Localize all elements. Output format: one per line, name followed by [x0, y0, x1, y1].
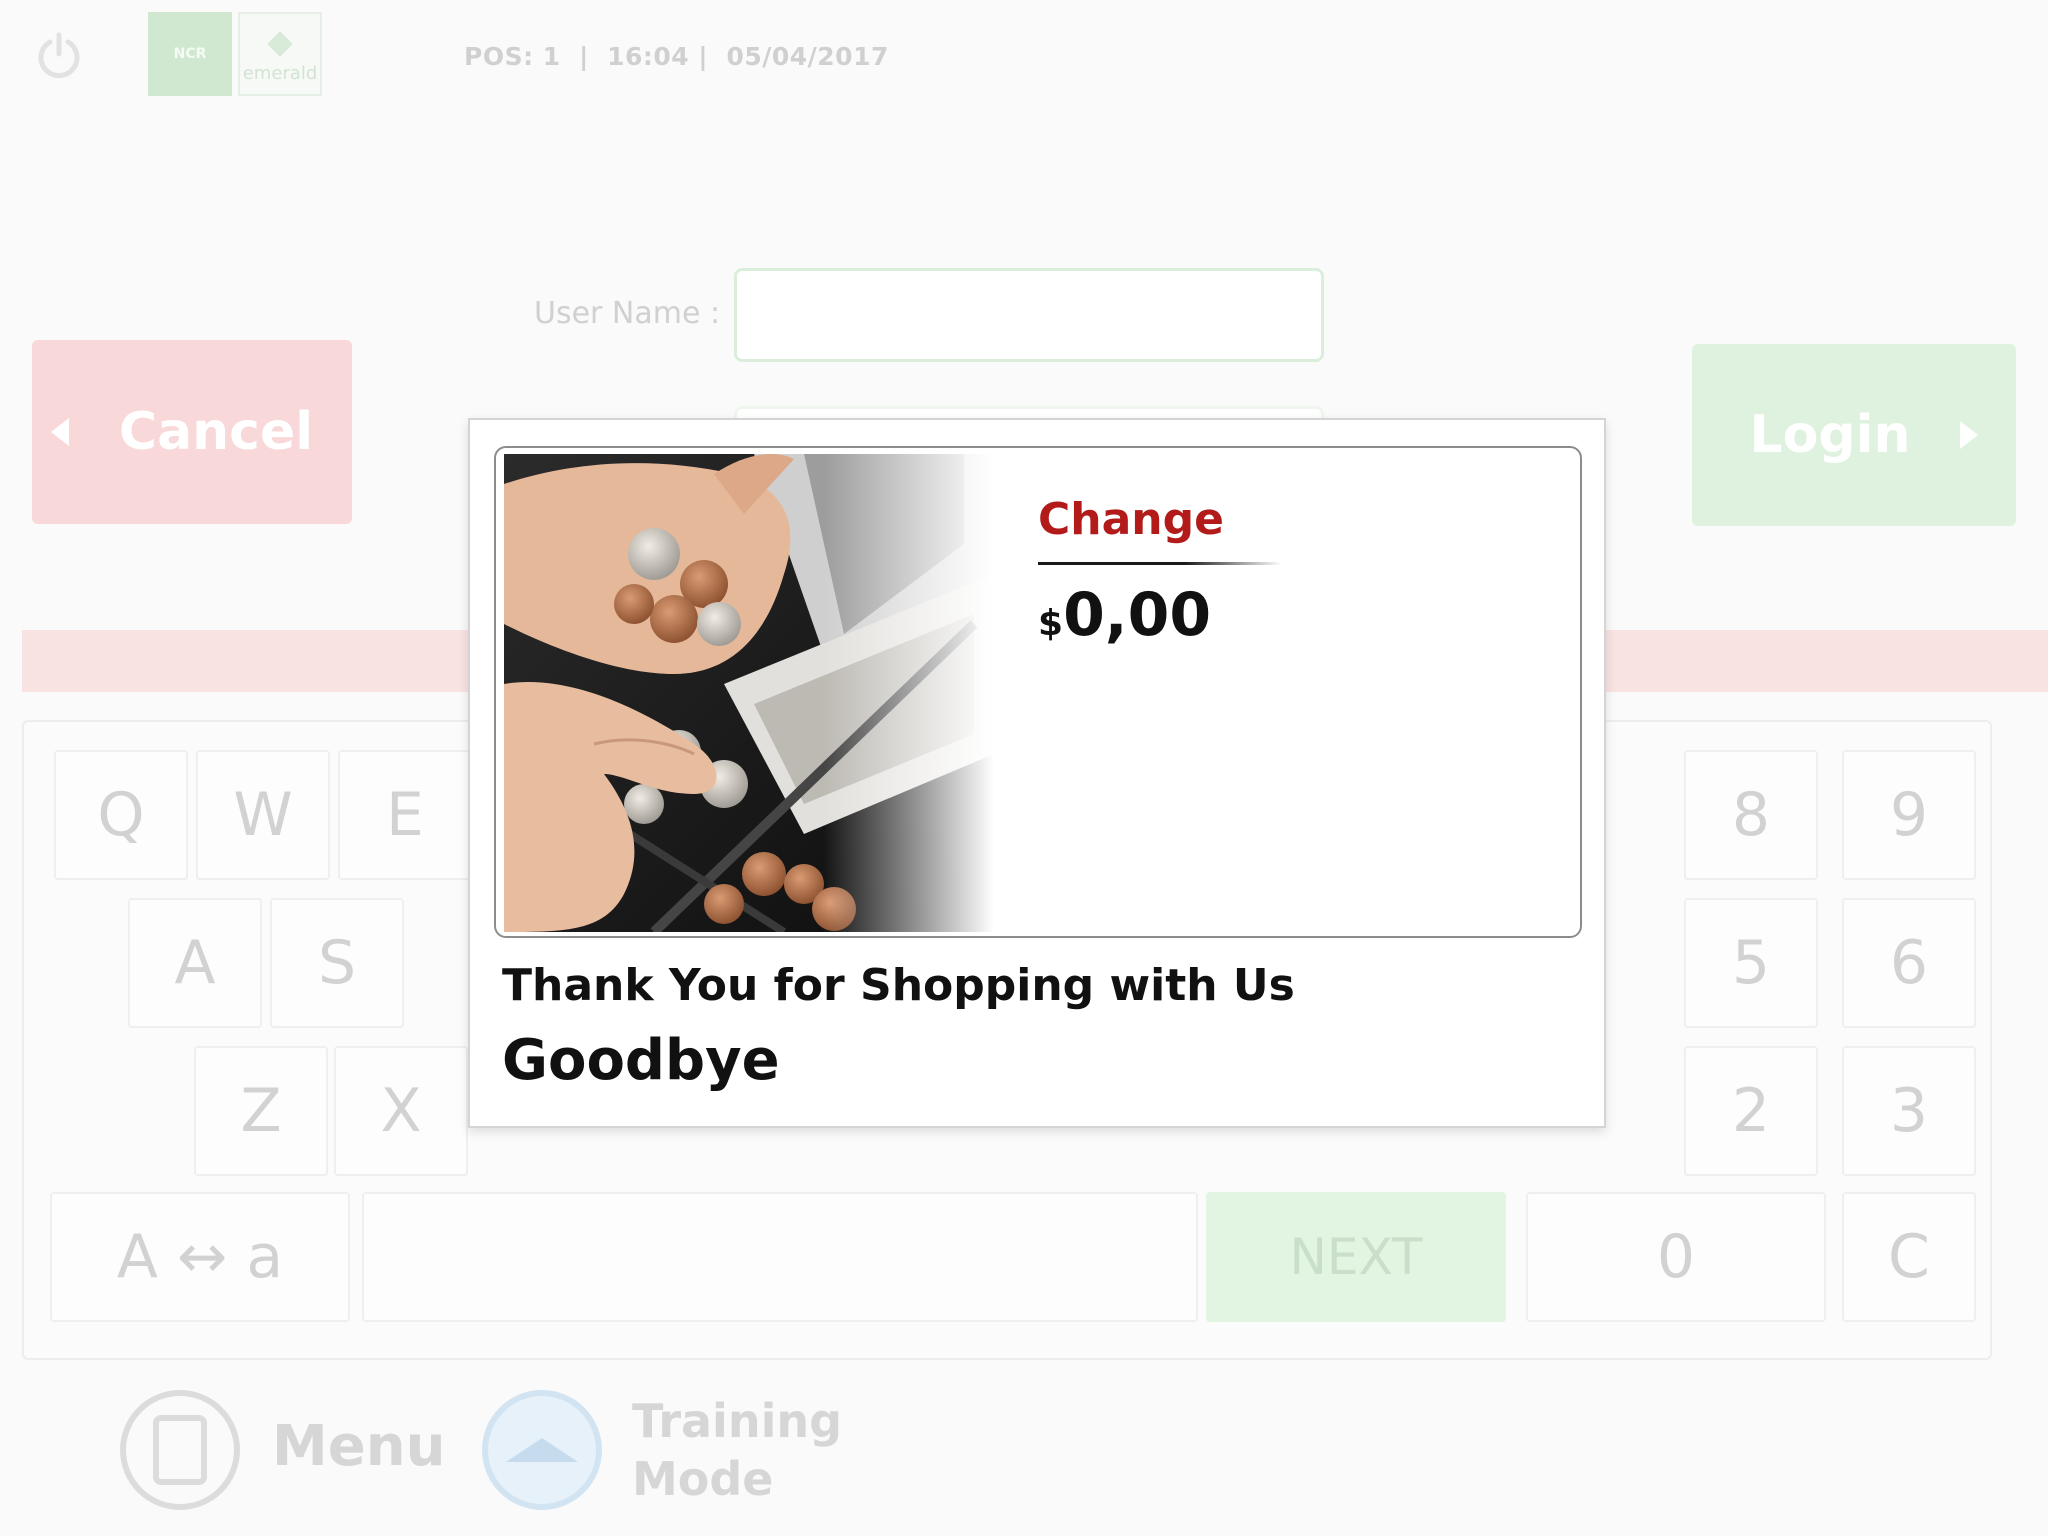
clear-key[interactable]: C	[1842, 1192, 1976, 1322]
arrow-right-icon	[1960, 421, 1979, 449]
photo-fade	[824, 454, 994, 932]
menu-icon[interactable]	[120, 1390, 240, 1510]
login-button-label: Login	[1749, 405, 1911, 465]
currency-symbol: $	[1038, 603, 1064, 644]
key-2[interactable]: 2	[1684, 1046, 1818, 1176]
case-toggle-key[interactable]: A ↔ a	[50, 1192, 350, 1322]
emerald-logo: emerald	[238, 12, 322, 96]
username-input[interactable]	[734, 268, 1324, 362]
key-z[interactable]: Z	[194, 1046, 328, 1176]
change-amount: $0,00	[1038, 580, 1211, 650]
emerald-logo-text: emerald	[242, 63, 318, 84]
goodbye-dialog: Change $0,00 Thank You for Shopping with…	[468, 418, 1606, 1128]
notebook-icon	[153, 1415, 207, 1485]
change-divider	[1038, 562, 1282, 565]
graduation-cap-icon[interactable]	[482, 1390, 602, 1510]
emerald-leaf-icon	[267, 31, 293, 57]
change-label: Change	[1038, 494, 1224, 545]
space-key[interactable]	[362, 1192, 1198, 1322]
next-key[interactable]: NEXT	[1206, 1192, 1506, 1322]
change-amount-value: 0,00	[1063, 580, 1212, 650]
key-e[interactable]: E	[338, 750, 472, 880]
cash-drawer-photo	[504, 454, 994, 932]
cancel-button-label: Cancel	[118, 402, 314, 462]
key-6[interactable]: 6	[1842, 898, 1976, 1028]
username-label: User Name :	[534, 296, 721, 331]
goodbye-message: Goodbye	[502, 1028, 780, 1093]
ncr-logo: NCR	[148, 12, 232, 96]
cancel-button[interactable]: Cancel	[32, 340, 352, 524]
key-0[interactable]: 0	[1526, 1192, 1826, 1322]
thank-you-message: Thank You for Shopping with Us	[502, 960, 1295, 1011]
pos-status-info: POS: 1 | 16:04 | 05/04/2017	[464, 42, 889, 71]
key-a[interactable]: A	[128, 898, 262, 1028]
arrow-left-icon	[50, 418, 69, 446]
key-s[interactable]: S	[270, 898, 404, 1028]
login-button[interactable]: Login	[1692, 344, 2016, 526]
change-panel: Change $0,00	[494, 446, 1582, 938]
key-q[interactable]: Q	[54, 750, 188, 880]
key-9[interactable]: 9	[1842, 750, 1976, 880]
power-icon[interactable]	[34, 30, 84, 80]
menu-label[interactable]: Menu	[272, 1414, 445, 1479]
training-mode-label[interactable]: Training Mode	[632, 1392, 892, 1508]
key-3[interactable]: 3	[1842, 1046, 1976, 1176]
key-x[interactable]: X	[334, 1046, 468, 1176]
key-5[interactable]: 5	[1684, 898, 1818, 1028]
key-8[interactable]: 8	[1684, 750, 1818, 880]
key-w[interactable]: W	[196, 750, 330, 880]
